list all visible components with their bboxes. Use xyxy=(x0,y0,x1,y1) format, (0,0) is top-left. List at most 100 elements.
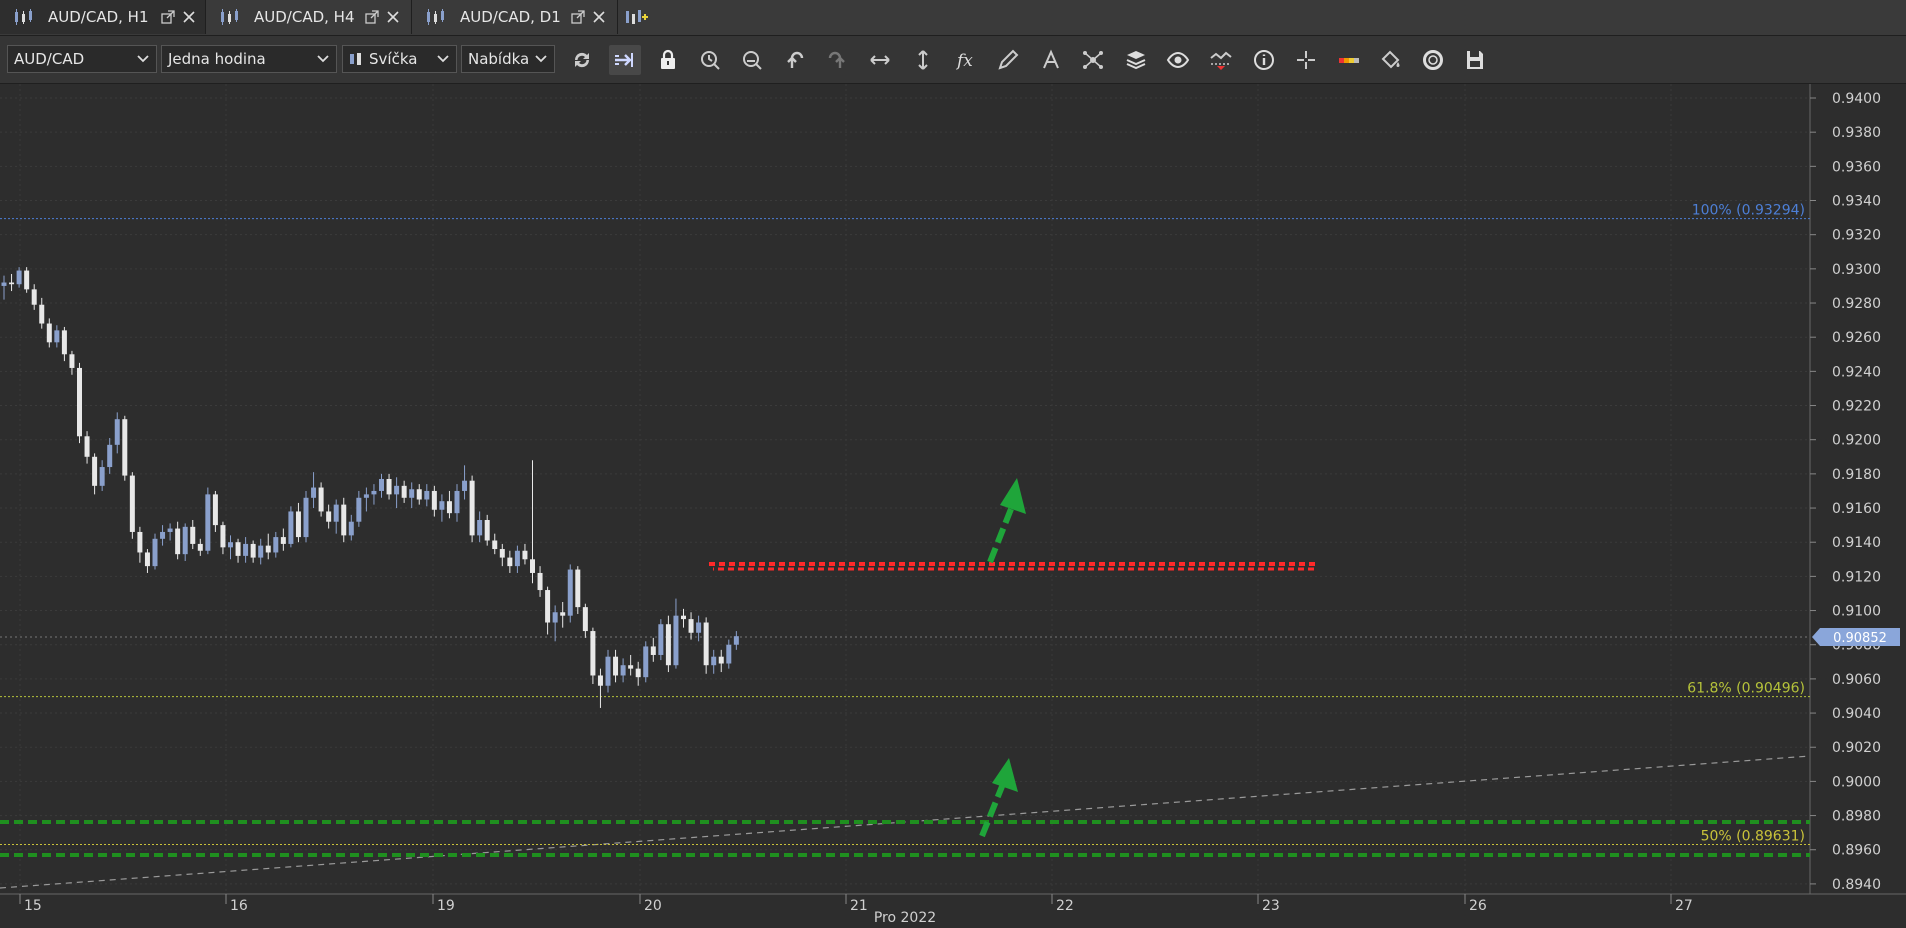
crosshair-button[interactable] xyxy=(1290,45,1322,75)
zoom-time-button[interactable] xyxy=(694,45,726,75)
price-tick-label: 0.9160 xyxy=(1832,501,1881,517)
patterns-button[interactable] xyxy=(1077,45,1109,75)
candle-body xyxy=(446,501,452,514)
candle-body xyxy=(703,622,709,666)
layers-button[interactable] xyxy=(1120,45,1152,75)
candle-body xyxy=(477,519,483,536)
visibility-button[interactable] xyxy=(1162,45,1194,75)
refresh-button[interactable] xyxy=(566,45,598,75)
candle-body xyxy=(311,487,317,498)
chart-type-value: Svíčka xyxy=(369,50,418,68)
period-value: Jedna hodina xyxy=(168,50,266,68)
chart-type-select[interactable]: Svíčka xyxy=(342,45,457,73)
candle-body xyxy=(605,656,611,686)
drawing-tools-button[interactable] xyxy=(992,45,1024,75)
undo-button[interactable] xyxy=(779,45,811,75)
save-button[interactable] xyxy=(1459,45,1491,75)
price-tick-label: 0.9020 xyxy=(1832,740,1881,756)
undo-icon xyxy=(787,51,804,68)
candle-body xyxy=(628,665,634,669)
candle-body xyxy=(77,367,82,437)
time-tick-label: 15 xyxy=(24,898,42,914)
candle-body xyxy=(537,572,543,591)
candle-body xyxy=(197,543,203,551)
layers-icon xyxy=(1126,51,1146,70)
price-tick-label: 0.9200 xyxy=(1832,433,1881,449)
candle-body xyxy=(582,607,588,632)
time-tick-label: 23 xyxy=(1262,898,1280,914)
candle-body xyxy=(243,543,249,556)
candle-body xyxy=(439,501,445,510)
price-tick-label: 0.8980 xyxy=(1832,809,1881,825)
popout-icon[interactable] xyxy=(364,9,380,25)
instrument-select[interactable]: AUD/CAD xyxy=(7,45,157,73)
add-chart-icon[interactable] xyxy=(624,7,648,29)
candle-body xyxy=(114,419,120,445)
candle-type-icon xyxy=(350,53,361,65)
candle-body xyxy=(99,467,105,486)
candle-body xyxy=(220,525,226,548)
candle-body xyxy=(31,289,37,305)
price-tick-label: 0.9100 xyxy=(1832,604,1881,620)
candle-body xyxy=(175,528,181,555)
price-tick-label: 0.9380 xyxy=(1832,125,1881,141)
candle-body xyxy=(499,549,505,558)
tab-label: AUD/CAD, D1 xyxy=(460,8,561,26)
tab-audcad-h1[interactable]: AUD/CAD, H1 xyxy=(0,0,206,34)
tab-audcad-h4[interactable]: AUD/CAD, H4 xyxy=(206,0,412,34)
price-tick-label: 0.9140 xyxy=(1832,535,1881,551)
price-tick-label: 0.9400 xyxy=(1832,91,1881,107)
period-select[interactable]: Jedna hodina xyxy=(161,45,337,73)
candle-body xyxy=(190,526,196,544)
candle-body xyxy=(416,489,422,500)
candle-body xyxy=(280,537,286,544)
close-icon[interactable] xyxy=(591,9,607,25)
lock-button[interactable] xyxy=(652,45,684,75)
candle-body xyxy=(273,537,279,553)
popout-icon[interactable] xyxy=(570,9,586,25)
auto-shift-button[interactable] xyxy=(609,45,641,75)
price-chart[interactable]: 0.9400 0.9380 0.9360 0.9340 0.9320 0.9300 0.92… xyxy=(0,84,1906,928)
price-tick-label: 0.9360 xyxy=(1832,159,1881,175)
candle-body xyxy=(1,282,7,286)
chart-alert-icon xyxy=(1210,51,1232,70)
close-icon[interactable] xyxy=(181,9,197,25)
time-tick-label: 20 xyxy=(644,898,662,914)
fib-level-label: 100% (0.93294) xyxy=(1692,203,1805,219)
zoom-out-button[interactable] xyxy=(736,45,768,75)
template-button[interactable] xyxy=(1417,45,1449,75)
redo-button[interactable] xyxy=(821,45,853,75)
vertical-scale-button[interactable] xyxy=(907,45,939,75)
refresh-icon xyxy=(574,52,590,68)
candle-body xyxy=(182,526,188,555)
theme-button[interactable] xyxy=(1375,45,1407,75)
aperture-icon xyxy=(1423,50,1443,70)
heatmap-button[interactable] xyxy=(1333,45,1365,75)
candle-body xyxy=(258,545,264,558)
price-side-select[interactable]: Nabídka xyxy=(461,45,555,73)
price-side-value: Nabídka xyxy=(468,50,530,68)
candle-body xyxy=(643,646,649,678)
chevron-down-icon xyxy=(437,55,449,63)
candle-body xyxy=(718,656,724,664)
candle-body xyxy=(635,668,641,678)
candle-body xyxy=(288,511,294,544)
price-tick-label: 0.9180 xyxy=(1832,467,1881,483)
shift-right-icon xyxy=(615,53,633,67)
redo-icon xyxy=(828,51,845,68)
candle-body xyxy=(545,590,551,623)
info-button[interactable] xyxy=(1248,45,1280,75)
candle-body xyxy=(348,521,354,536)
alerts-button[interactable] xyxy=(1205,45,1237,75)
tab-audcad-d1[interactable]: AUD/CAD, D1 xyxy=(412,0,618,34)
text-tool-button[interactable] xyxy=(1035,45,1067,75)
candle-body xyxy=(9,282,15,285)
function-icon: fx xyxy=(955,51,973,71)
paint-bucket-icon xyxy=(1381,50,1400,69)
popout-icon[interactable] xyxy=(160,9,176,25)
close-icon[interactable] xyxy=(385,9,401,25)
horizontal-scale-button[interactable] xyxy=(864,45,896,75)
candle-body xyxy=(318,487,324,512)
indicators-button[interactable]: fx xyxy=(950,45,982,75)
candle-body xyxy=(431,490,437,510)
